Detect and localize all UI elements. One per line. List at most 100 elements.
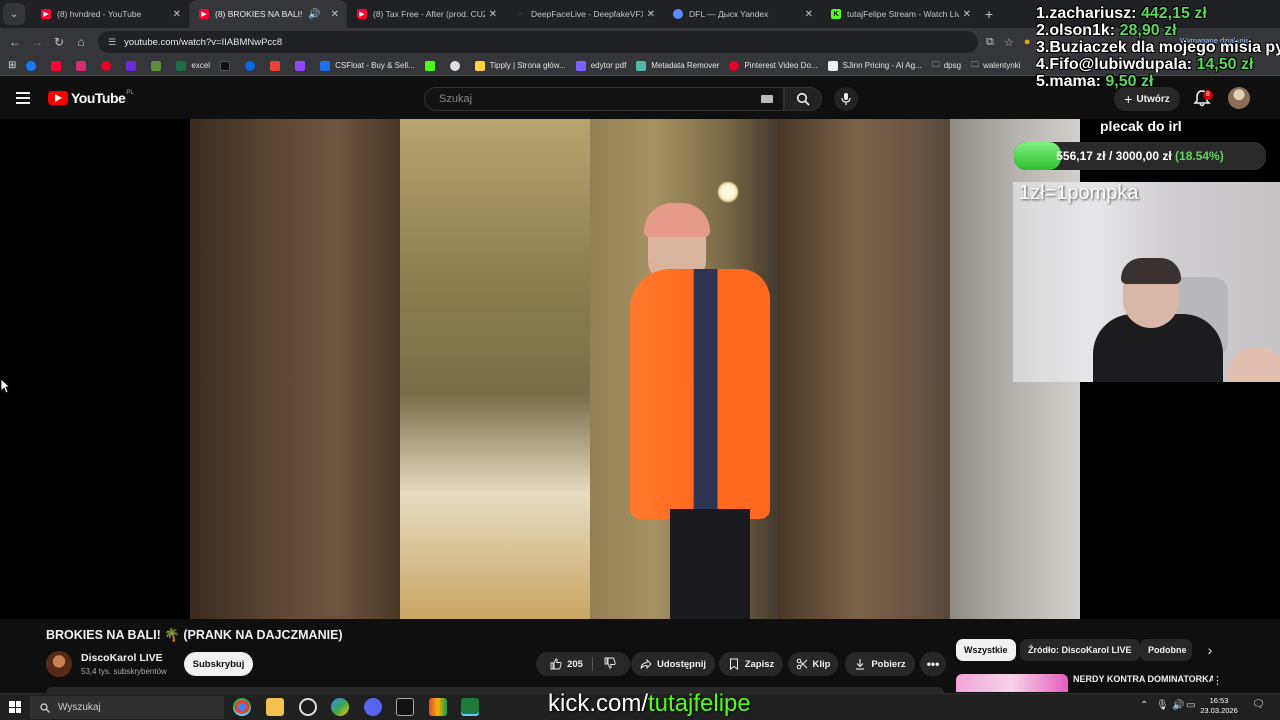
instagram-bookmark[interactable] <box>76 60 91 71</box>
kick-bookmark[interactable] <box>424 60 440 71</box>
tiktok-bookmark[interactable] <box>220 60 235 71</box>
home-icon[interactable]: ⌂ <box>70 35 92 49</box>
bookmark-folder-walentynki[interactable]: 🗀 walentynki <box>971 59 1020 73</box>
browser-tab[interactable]: K tutajFelipe Stream - Watch Live ✕ <box>821 0 979 28</box>
google-icon[interactable] <box>331 698 349 716</box>
bookmark-sjinn[interactable]: SJinn Pricing - AI Ag... <box>827 60 922 71</box>
microphone-icon <box>841 93 851 105</box>
file-explorer-icon[interactable] <box>266 698 284 716</box>
more-actions-button[interactable]: ••• <box>920 652 946 676</box>
youtube-logo[interactable]: YouTube PL <box>48 90 134 106</box>
bookmark-excel[interactable]: excel <box>176 60 210 71</box>
speaker-icon[interactable]: 🔊 <box>308 9 320 20</box>
video-frame[interactable] <box>190 119 1080 619</box>
bookmark-metadata-remover[interactable]: Metadata Remover <box>636 60 719 71</box>
clip-button[interactable]: Klip <box>788 652 838 676</box>
close-icon[interactable]: ✕ <box>331 9 339 20</box>
tab-title: (8) Tax Free - After (prod. CUZC <box>373 9 485 19</box>
subscribe-button[interactable]: Subskrybuj <box>184 652 253 676</box>
tray-chevron-icon[interactable]: ⌃ <box>1140 700 1148 711</box>
dislike-button[interactable] <box>604 657 616 672</box>
meta-bookmark[interactable] <box>245 60 260 71</box>
channel-name[interactable]: DiscoKarol LIVE <box>81 652 163 664</box>
install-app-icon[interactable]: ⧉ <box>986 36 994 49</box>
donation-leaderboard: 1.zachariusz: 442,15 zł 2.olson1k: 28,90… <box>1036 5 1280 90</box>
download-button[interactable]: Pobierz <box>845 652 915 676</box>
close-icon[interactable]: ✕ <box>489 9 497 20</box>
account-avatar[interactable] <box>1228 87 1250 109</box>
forward-icon[interactable]: → <box>26 35 48 49</box>
shopify-bookmark[interactable] <box>151 60 166 71</box>
discord-icon[interactable] <box>364 698 382 716</box>
bookmark-star-icon[interactable]: ☆ <box>1004 36 1014 49</box>
close-icon[interactable]: ✕ <box>647 9 655 20</box>
more-vertical-icon[interactable]: ⋮ <box>1212 674 1223 687</box>
keyboard-icon[interactable] <box>761 95 773 103</box>
browser-tab-active[interactable]: ▶ (8) BROKIES NA BALI! 🌴 (P 🔊 ✕ <box>189 0 347 28</box>
chrome-icon[interactable] <box>233 698 251 716</box>
battery-icon[interactable]: ▭ <box>1186 700 1195 711</box>
close-icon[interactable]: ✕ <box>805 9 813 20</box>
channel-avatar[interactable] <box>46 651 72 677</box>
browser-tab[interactable]: ▶ (8) Tax Free - After (prod. CUZC ✕ <box>347 0 505 28</box>
taskbar-search-input[interactable]: Wyszukaj <box>30 696 224 719</box>
youtube-icon: ▶ <box>41 9 51 19</box>
video-scene-lamp <box>717 181 739 203</box>
tab-search-button[interactable]: ⌄ <box>3 3 25 25</box>
chevron-right-icon[interactable]: › <box>1200 640 1220 660</box>
obs-icon[interactable] <box>299 698 317 716</box>
bookmark-tipply[interactable]: Tipply | Strona głów... <box>474 60 566 71</box>
search-button[interactable] <box>784 87 822 111</box>
mouse-cursor-icon <box>0 378 10 394</box>
bookmark-pinterest-video[interactable]: Pinterest Video Do... <box>729 60 818 71</box>
windows-start-icon[interactable] <box>9 701 21 713</box>
bookmark-folder-dpsg[interactable]: 🗀 dpsg <box>932 59 961 73</box>
chip-similar[interactable]: Podobne <box>1140 639 1192 661</box>
save-button[interactable]: Zapisz <box>719 652 783 676</box>
pinterest-bookmark[interactable] <box>101 60 116 71</box>
webcam-caption: 1zł=1pompka <box>1019 182 1139 204</box>
search-input[interactable]: Szukaj <box>424 87 784 111</box>
voice-search-button[interactable] <box>834 87 858 111</box>
share-button[interactable]: Udostępnij <box>631 652 715 676</box>
close-icon[interactable]: ✕ <box>963 9 971 20</box>
create-button[interactable]: + Utwórz <box>1114 87 1180 111</box>
site-info-icon[interactable]: ☰ <box>108 37 116 48</box>
extension-icon[interactable]: ● <box>1024 36 1031 49</box>
close-icon[interactable]: ✕ <box>173 9 181 20</box>
streamer-webcam: 1zł=1pompka <box>1013 182 1280 382</box>
terminal-icon[interactable] <box>396 698 414 716</box>
recommended-video-thumbnail[interactable] <box>956 674 1068 692</box>
bookmark-edytor-pdf[interactable]: edytor pdf <box>575 60 626 71</box>
volume-icon[interactable]: 🔊 <box>1172 700 1184 711</box>
youtube-bookmark[interactable] <box>51 60 66 71</box>
back-icon[interactable]: ← <box>4 35 26 49</box>
menu-icon[interactable] <box>16 92 30 104</box>
chip-all[interactable]: Wszystkie <box>956 639 1016 661</box>
like-button[interactable]: 205 <box>550 658 583 670</box>
reload-icon[interactable]: ↻ <box>48 35 70 49</box>
youtube-play-icon <box>48 91 68 105</box>
chip-source-channel[interactable]: Źródło: DiscoKarol LIVE <box>1020 639 1140 661</box>
video-scene-door-right <box>780 119 950 619</box>
thumbs-up-icon <box>550 658 562 670</box>
notification-center-icon[interactable]: 🗨 <box>1252 699 1266 713</box>
twitch-bookmark[interactable] <box>295 60 310 71</box>
browser-tab[interactable]: ⁘ DeepFaceLive - DeepfakeVFX.co ✕ <box>505 0 663 28</box>
apps-icon[interactable]: ⊞ <box>8 60 16 71</box>
gmail-bookmark[interactable] <box>270 60 285 71</box>
browser-tab[interactable]: DFL — Дыск Yandex ✕ <box>663 0 821 28</box>
share-icon <box>640 658 652 670</box>
microphone-tray-icon[interactable]: 🎙 <box>1156 700 1169 711</box>
url-field[interactable]: ☰ youtube.com/watch?v=IIABMNwPcc8 <box>98 31 978 53</box>
m-bookmark[interactable] <box>126 60 141 71</box>
anchor-bookmark[interactable] <box>449 60 465 71</box>
taskbar-clock[interactable]: 16:53 23.03.2026 <box>1196 696 1242 716</box>
calendar-app-icon[interactable] <box>461 698 479 716</box>
bookmark-csfloat[interactable]: CSFloat - Buy & Sell... <box>320 60 415 71</box>
facebook-bookmark[interactable] <box>26 60 41 71</box>
winrar-icon[interactable] <box>429 698 447 716</box>
new-tab-button[interactable]: + <box>985 6 993 22</box>
browser-tab[interactable]: ▶ (8) hvndred - YouTube ✕ <box>31 0 189 28</box>
tab-title: DeepFaceLive - DeepfakeVFX.co <box>531 9 643 19</box>
